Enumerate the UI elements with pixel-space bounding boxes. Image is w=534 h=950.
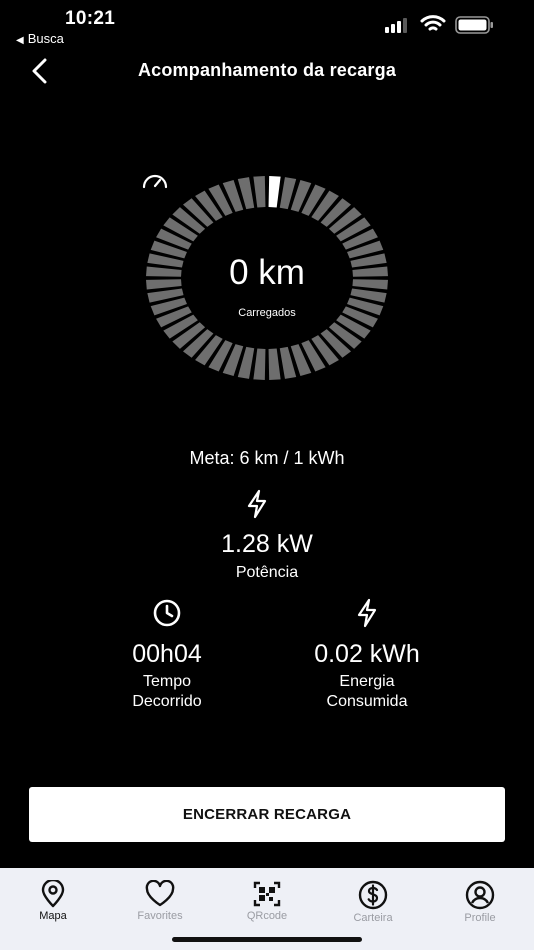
tab-label: QRcode [246,910,288,922]
tab-mapa[interactable]: Mapa [13,880,93,922]
charging-goal: Meta: 6 km / 1 kWh [189,448,345,468]
km-charged-value: 0 km [229,253,305,292]
tab-label: Favorites [137,910,183,922]
back-triangle-icon: ◀ [16,35,24,46]
dollar-icon [358,880,388,910]
elapsed-time-label-line2: Decorrido [132,693,202,710]
tab-label: Mapa [39,910,67,922]
cellular-signal-icon [385,18,407,33]
wifi-icon [420,15,446,31]
gauge-segment [253,176,266,208]
back-app-label: Busca [27,31,64,46]
qrcode-icon [253,881,281,907]
energy-consumed-stat: 0.02 kWh Energia Consumida [267,598,467,710]
tab-favorites[interactable]: Favorites [120,880,200,922]
tab-carteira[interactable]: Carteira [333,880,413,924]
tab-qrcode[interactable]: QRcode [227,880,307,922]
home-indicator [172,937,362,942]
status-bar: 10:21 ◀ Busca [0,0,534,50]
speedometer-icon [142,174,168,189]
end-charging-button[interactable]: ENCERRAR RECARGA [29,787,505,842]
battery-icon [455,16,493,34]
energy-consumed-label-line1: Energia [339,673,395,690]
back-to-app-link[interactable]: ◀ Busca [16,31,64,46]
tab-label: Profile [464,912,496,924]
heart-icon [145,880,175,907]
map-pin-icon [41,880,65,908]
nav-header: Acompanhamento da recarga [0,50,534,94]
energy-consumed-label-line2: Consumida [326,693,408,710]
user-icon [465,880,495,910]
status-time: 10:21 [65,8,116,29]
power-value: 1.28 kW [221,530,313,558]
tab-label: Carteira [353,912,393,924]
elapsed-time-stat: 00h04 Tempo Decorrido [67,598,267,710]
elapsed-time-value: 00h04 [132,640,202,668]
tab-profile[interactable]: Profile [440,880,520,924]
charge-gauge: 0 km Carregados [141,172,393,384]
power-label: Potência [235,564,299,581]
lightning-icon [357,598,377,628]
km-charged-label: Carregados [238,307,296,319]
gauge-segment [268,348,281,380]
energy-consumed-value: 0.02 kWh [314,640,420,668]
gauge-segment-current [268,176,281,208]
lightning-icon [247,489,267,519]
clock-icon [153,599,181,627]
gauge-segment [253,348,266,380]
elapsed-time-label-line1: Tempo [142,673,192,690]
page-title: Acompanhamento da recarga [137,60,397,80]
